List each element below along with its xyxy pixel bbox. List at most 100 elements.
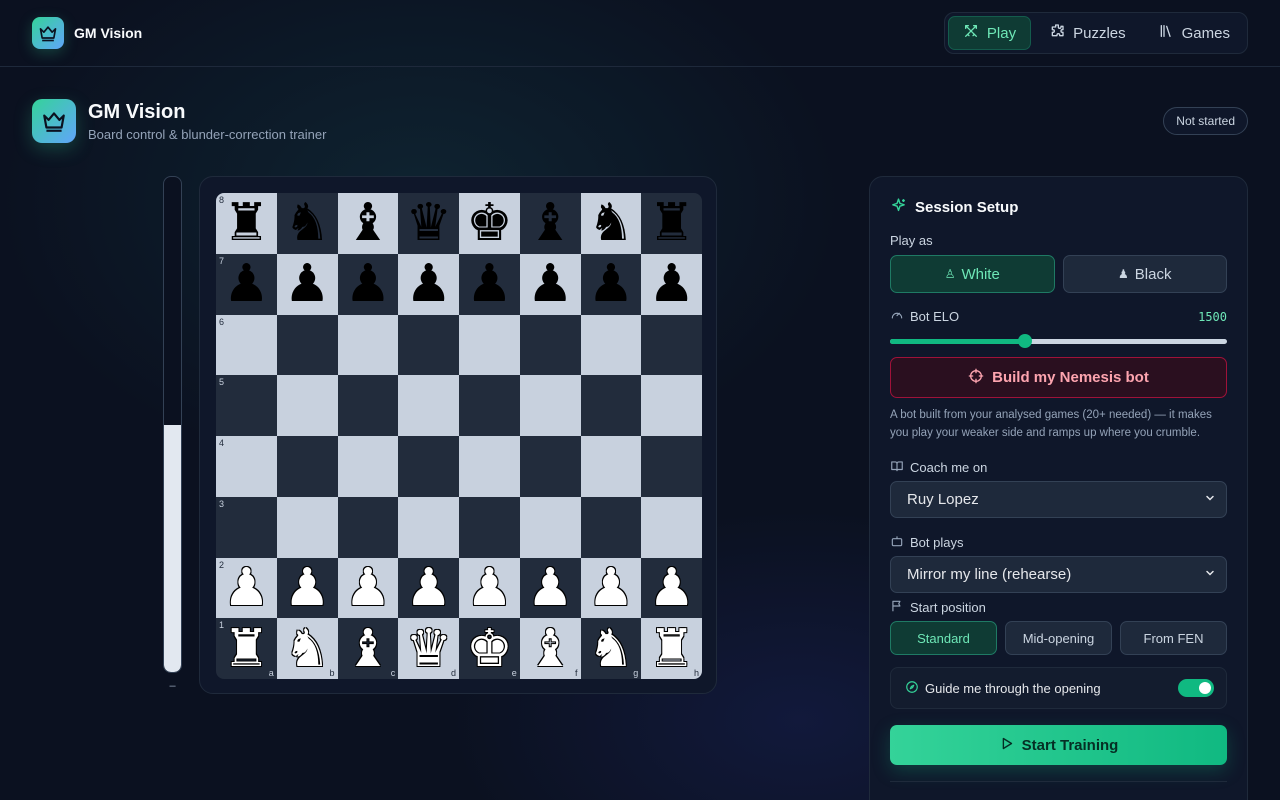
square-d3[interactable]	[398, 496, 459, 558]
bot-elo-slider[interactable]	[890, 334, 1227, 348]
square-e7[interactable]: ♟	[459, 253, 520, 315]
slider-thumb[interactable]	[1017, 334, 1032, 348]
black-pawn[interactable]: ♟	[405, 258, 452, 310]
square-d8[interactable]: ♛	[398, 193, 459, 254]
white-knight[interactable]: ♞	[284, 623, 331, 675]
black-pawn[interactable]: ♟	[466, 258, 513, 310]
square-h3[interactable]	[641, 496, 702, 558]
square-c5[interactable]	[337, 375, 399, 436]
white-rook[interactable]: ♜	[223, 623, 270, 675]
square-f6[interactable]	[519, 314, 581, 376]
white-queen[interactable]: ♛	[405, 623, 452, 675]
black-king[interactable]: ♚	[466, 197, 513, 249]
white-rook[interactable]: ♜	[648, 623, 695, 675]
square-d5[interactable]	[398, 375, 459, 436]
square-g4[interactable]	[580, 436, 642, 497]
square-g1[interactable]: ♞ g	[580, 618, 642, 679]
start-from-fen-button[interactable]: From FEN	[1120, 621, 1227, 655]
play-black-button[interactable]: ♟ Black	[1062, 255, 1227, 293]
square-f1[interactable]: ♝ f	[519, 618, 581, 679]
square-g5[interactable]	[580, 375, 642, 436]
chessboard[interactable]: ♜ 8 ♞ ♝ ♛ ♚ ♝ ♞ ♜ ♟ 7 ♟ ♟ ♟ ♟ ♟ ♟ ♟ 6 5 4 3 ♟ 2 ♟ ♟ ♟ ♟ ♟ ♟ ♟ ♜ 1 a ♞ b ♝ c ♛ d…	[216, 193, 702, 679]
white-knight[interactable]: ♞	[588, 623, 635, 675]
black-pawn[interactable]: ♟	[527, 258, 574, 310]
square-a4[interactable]: 4	[216, 436, 277, 497]
black-knight[interactable]: ♞	[284, 197, 331, 249]
black-pawn[interactable]: ♟	[284, 258, 331, 310]
square-g2[interactable]: ♟	[580, 557, 642, 619]
white-bishop[interactable]: ♝	[345, 623, 392, 675]
white-bishop[interactable]: ♝	[527, 623, 574, 675]
square-h6[interactable]	[641, 314, 702, 376]
square-a5[interactable]: 5	[216, 375, 277, 436]
square-h8[interactable]: ♜	[641, 193, 702, 254]
square-e6[interactable]	[459, 314, 520, 376]
white-pawn[interactable]: ♟	[284, 562, 331, 614]
square-h1[interactable]: ♜ h	[641, 618, 702, 679]
square-c8[interactable]: ♝	[337, 193, 399, 254]
square-b5[interactable]	[276, 375, 338, 436]
black-bishop[interactable]: ♝	[345, 197, 392, 249]
white-pawn[interactable]: ♟	[648, 562, 695, 614]
black-pawn[interactable]: ♟	[588, 258, 635, 310]
square-c1[interactable]: ♝ c	[337, 618, 399, 679]
square-b3[interactable]	[276, 496, 338, 558]
square-a1[interactable]: ♜ 1 a	[216, 618, 277, 679]
square-g3[interactable]	[580, 496, 642, 558]
square-g8[interactable]: ♞	[580, 193, 642, 254]
white-pawn[interactable]: ♟	[405, 562, 452, 614]
nav-games[interactable]: Games	[1144, 16, 1244, 50]
square-g7[interactable]: ♟	[580, 253, 642, 315]
square-b8[interactable]: ♞	[276, 193, 338, 254]
black-queen[interactable]: ♛	[405, 197, 452, 249]
white-pawn[interactable]: ♟	[223, 562, 270, 614]
black-rook[interactable]: ♜	[648, 197, 695, 249]
square-f7[interactable]: ♟	[519, 253, 581, 315]
bot-plays-select[interactable]: Mirror my line (rehearse)	[890, 556, 1227, 593]
square-c2[interactable]: ♟	[337, 557, 399, 619]
black-pawn[interactable]: ♟	[648, 258, 695, 310]
white-pawn[interactable]: ♟	[527, 562, 574, 614]
start-mid-opening-button[interactable]: Mid-opening	[1005, 621, 1112, 655]
square-a7[interactable]: ♟ 7	[216, 253, 277, 315]
square-d1[interactable]: ♛ d	[398, 618, 459, 679]
square-g6[interactable]	[580, 314, 642, 376]
square-c3[interactable]	[337, 496, 399, 558]
square-e5[interactable]	[459, 375, 520, 436]
square-b4[interactable]	[276, 436, 338, 497]
black-pawn[interactable]: ♟	[345, 258, 392, 310]
start-standard-button[interactable]: Standard	[890, 621, 997, 655]
square-f3[interactable]	[519, 496, 581, 558]
square-d7[interactable]: ♟	[398, 253, 459, 315]
square-e4[interactable]	[459, 436, 520, 497]
square-d2[interactable]: ♟	[398, 557, 459, 619]
square-b1[interactable]: ♞ b	[276, 618, 338, 679]
square-c4[interactable]	[337, 436, 399, 497]
square-f2[interactable]: ♟	[519, 557, 581, 619]
square-c7[interactable]: ♟	[337, 253, 399, 315]
nav-play[interactable]: Play	[947, 16, 1032, 50]
square-f8[interactable]: ♝	[519, 193, 581, 254]
black-knight[interactable]: ♞	[588, 197, 635, 249]
start-training-button[interactable]: Start Training	[890, 725, 1227, 765]
guide-toggle[interactable]	[1178, 679, 1214, 697]
white-king[interactable]: ♚	[466, 623, 513, 675]
square-b2[interactable]: ♟	[276, 557, 338, 619]
brand[interactable]: GM Vision	[32, 17, 142, 49]
square-e1[interactable]: ♚ e	[459, 618, 520, 679]
black-pawn[interactable]: ♟	[223, 258, 270, 310]
square-h7[interactable]: ♟	[641, 253, 702, 315]
square-f4[interactable]	[519, 436, 581, 497]
nav-puzzles[interactable]: Puzzles	[1035, 16, 1140, 50]
square-h4[interactable]	[641, 436, 702, 497]
square-a8[interactable]: ♜ 8	[216, 193, 277, 254]
square-d4[interactable]	[398, 436, 459, 497]
black-bishop[interactable]: ♝	[527, 197, 574, 249]
square-a2[interactable]: ♟ 2	[216, 557, 277, 619]
square-h2[interactable]: ♟	[641, 557, 702, 619]
white-pawn[interactable]: ♟	[466, 562, 513, 614]
black-rook[interactable]: ♜	[223, 197, 270, 249]
square-b7[interactable]: ♟	[276, 253, 338, 315]
square-d6[interactable]	[398, 314, 459, 376]
square-b6[interactable]	[276, 314, 338, 376]
